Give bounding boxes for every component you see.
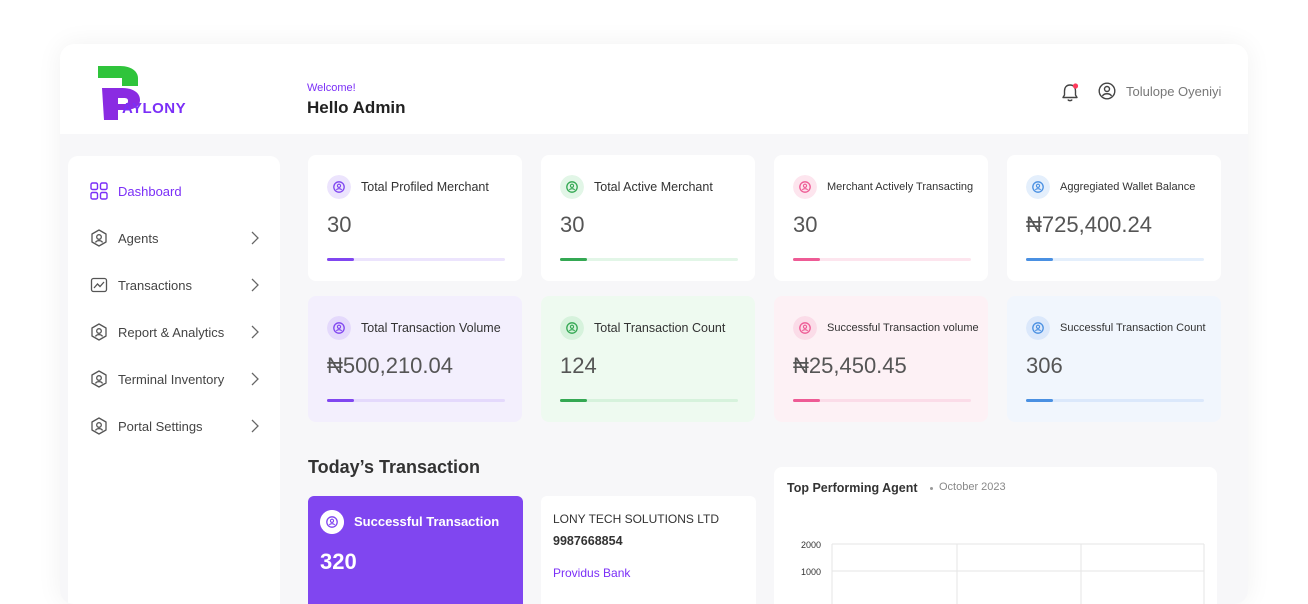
stat-card-total-transaction-count[interactable]: Total Transaction Count 124 <box>541 296 755 422</box>
stat-title: Successful Transaction Count <box>1060 322 1206 334</box>
sidebar-item-terminal-inventory[interactable]: Terminal Inventory <box>90 367 260 391</box>
stat-card-successful-transaction-count[interactable]: Successful Transaction Count 306 <box>1007 296 1221 422</box>
progress-track <box>1026 258 1204 261</box>
user-icon <box>327 175 351 199</box>
progress-fill <box>793 258 820 261</box>
stat-card-total-active-merchant[interactable]: Total Active Merchant 30 <box>541 155 755 281</box>
user-icon <box>327 316 351 340</box>
progress-fill <box>1026 258 1053 261</box>
page-title: Hello Admin <box>307 98 406 117</box>
chevron-right-icon <box>251 419 259 433</box>
sidebar-item-report-analytics[interactable]: Report & Analytics <box>90 320 260 344</box>
progress-fill <box>1026 399 1053 402</box>
user-badge-icon <box>91 323 107 341</box>
stat-card-total-transaction-volume[interactable]: Total Transaction Volume ₦500,210.04 <box>308 296 522 422</box>
user-icon <box>560 175 584 199</box>
sidebar-item-label: Transactions <box>118 277 192 293</box>
stat-value: ₦725,400.24 <box>1026 212 1152 237</box>
sidebar-item-portal-settings[interactable]: Portal Settings <box>90 414 260 438</box>
stat-title: Total Active Merchant <box>594 180 713 194</box>
y-tick-2000: 2000 <box>801 540 821 550</box>
chevron-right-icon <box>251 278 259 292</box>
logo-text: AYLONY <box>122 100 187 117</box>
stat-value: 30 <box>327 212 352 237</box>
stat-title: Successful Transaction volume <box>827 322 979 334</box>
sidebar-item-label: Agents <box>118 230 159 246</box>
user-icon <box>793 175 817 199</box>
sidebar-item-label: Dashboard <box>118 183 182 199</box>
progress-track <box>793 399 971 402</box>
notification-bell-icon[interactable] <box>1060 82 1080 104</box>
chart-title: Top Performing Agent <box>787 481 918 495</box>
progress-track <box>327 399 505 402</box>
top-bar: AYLONY Welcome! Hello Admin Tolulope Oye… <box>60 44 1248 134</box>
stat-value: ₦25,450.45 <box>793 353 907 378</box>
chart-period[interactable]: October 2023 <box>939 481 1006 493</box>
progress-fill <box>327 399 354 402</box>
stat-title: Total Transaction Count <box>594 321 726 335</box>
stat-value: ₦500,210.04 <box>327 353 453 378</box>
account-number: 9987668854 <box>553 534 623 548</box>
stat-title: Total Transaction Volume <box>361 321 501 335</box>
user-name[interactable]: Tolulope Oyeniyi <box>1126 84 1221 99</box>
user-icon <box>793 316 817 340</box>
user-icon <box>1026 175 1050 199</box>
progress-fill <box>327 258 354 261</box>
user-badge-icon <box>91 229 107 247</box>
stat-card-total-profiled-merchant[interactable]: Total Profiled Merchant 30 <box>308 155 522 281</box>
y-tick-1000: 1000 <box>801 567 821 577</box>
stat-title: Total Profiled Merchant <box>361 180 489 194</box>
successful-transaction-value: 320 <box>320 549 357 574</box>
progress-fill <box>560 399 587 402</box>
sidebar-item-label: Portal Settings <box>118 418 203 434</box>
stat-title: Aggregiated Wallet Balance <box>1060 181 1196 193</box>
chevron-right-icon <box>251 372 259 386</box>
stat-title: Merchant Actively Transacting <box>827 181 974 193</box>
account-name: LONY TECH SOLUTIONS LTD <box>553 512 720 526</box>
user-icon <box>560 316 584 340</box>
progress-track <box>793 258 971 261</box>
progress-track <box>327 258 505 261</box>
agent-chart: 2000 1000 <box>801 540 1205 604</box>
grid-icon <box>90 182 108 200</box>
progress-fill <box>793 399 820 402</box>
stat-value: 30 <box>560 212 585 237</box>
sidebar: Dashboard Agents Transactions Report & A… <box>68 156 280 604</box>
progress-track <box>1026 399 1204 402</box>
welcome-text: Welcome! <box>307 82 356 94</box>
chevron-right-icon <box>251 231 259 245</box>
top-performing-agent-card: Top Performing Agent October 2023 2000 1… <box>774 467 1217 604</box>
successful-transaction-card[interactable]: Successful Transaction 320 <box>308 496 523 604</box>
progress-track <box>560 399 738 402</box>
sidebar-item-label: Terminal Inventory <box>118 371 225 387</box>
user-avatar-icon[interactable] <box>1098 82 1116 100</box>
progress-track <box>560 258 738 261</box>
progress-fill <box>560 258 587 261</box>
stat-card-successful-transaction-volume[interactable]: Successful Transaction volume ₦25,450.45 <box>774 296 988 422</box>
chart-line-icon <box>90 277 108 293</box>
app-frame: AYLONY Welcome! Hello Admin Tolulope Oye… <box>60 44 1248 604</box>
sidebar-item-dashboard[interactable]: Dashboard <box>90 179 260 203</box>
successful-transaction-label: Successful Transaction <box>354 514 500 529</box>
bank-name[interactable]: Providus Bank <box>553 566 630 580</box>
sidebar-item-agents[interactable]: Agents <box>90 226 260 250</box>
stat-value: 306 <box>1026 353 1063 378</box>
account-info-card: LONY TECH SOLUTIONS LTD 9987668854 Provi… <box>541 496 756 604</box>
todays-transaction-title: Today’s Transaction <box>308 457 481 477</box>
separator-dot <box>930 487 933 490</box>
user-badge-icon <box>91 417 107 435</box>
sidebar-item-transactions[interactable]: Transactions <box>90 273 260 297</box>
user-icon <box>1026 316 1050 340</box>
stat-value: 30 <box>793 212 818 237</box>
user-badge-icon <box>91 370 107 388</box>
sidebar-item-label: Report & Analytics <box>118 324 225 340</box>
user-icon <box>320 510 344 534</box>
stat-card-merchant-actively-transacting[interactable]: Merchant Actively Transacting 30 <box>774 155 988 281</box>
chevron-right-icon <box>251 325 259 339</box>
stat-value: 124 <box>560 353 597 378</box>
stat-card-aggregated-wallet-balance[interactable]: Aggregiated Wallet Balance ₦725,400.24 <box>1007 155 1221 281</box>
